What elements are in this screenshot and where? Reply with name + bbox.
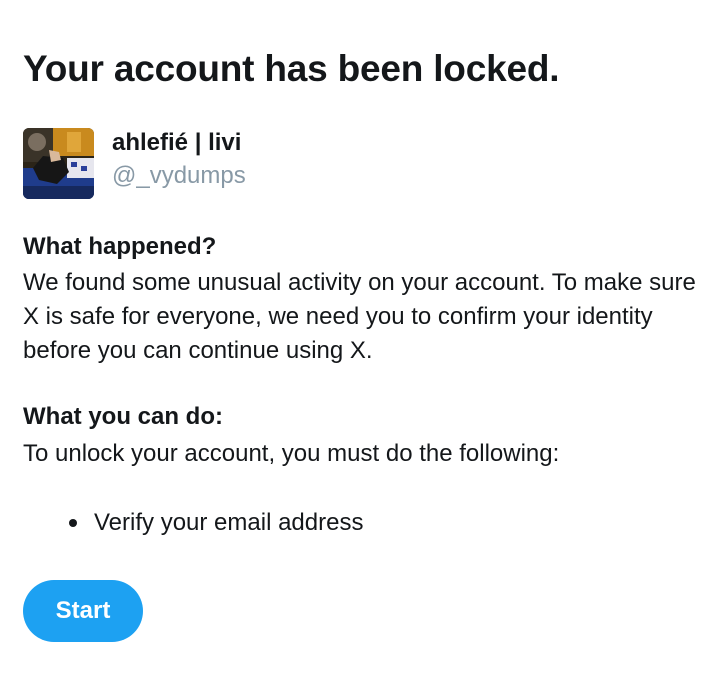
list-item: Verify your email address bbox=[23, 505, 363, 541]
profile-names: ahlefié | livi @_vydumps bbox=[112, 128, 246, 191]
profile-card: ahlefié | livi @_vydumps bbox=[23, 128, 246, 199]
profile-photo-icon bbox=[23, 128, 94, 199]
start-button[interactable]: Start bbox=[23, 580, 143, 642]
page-title: Your account has been locked. bbox=[23, 48, 560, 89]
what-happened-text: We found some unusual activity on your a… bbox=[23, 269, 696, 364]
display-name: ahlefié | livi bbox=[112, 129, 242, 156]
user-handle: @_vydumps bbox=[112, 162, 246, 189]
what-you-can-do-heading: What you can do: bbox=[23, 403, 223, 430]
avatar bbox=[23, 128, 94, 199]
steps-list: Verify your email address bbox=[23, 505, 363, 541]
step-label: Verify your email address bbox=[94, 509, 364, 536]
what-happened-heading: What happened? bbox=[23, 233, 217, 260]
what-you-can-do-text: To unlock your account, you must do the … bbox=[23, 440, 560, 467]
bullet-icon bbox=[69, 519, 77, 527]
